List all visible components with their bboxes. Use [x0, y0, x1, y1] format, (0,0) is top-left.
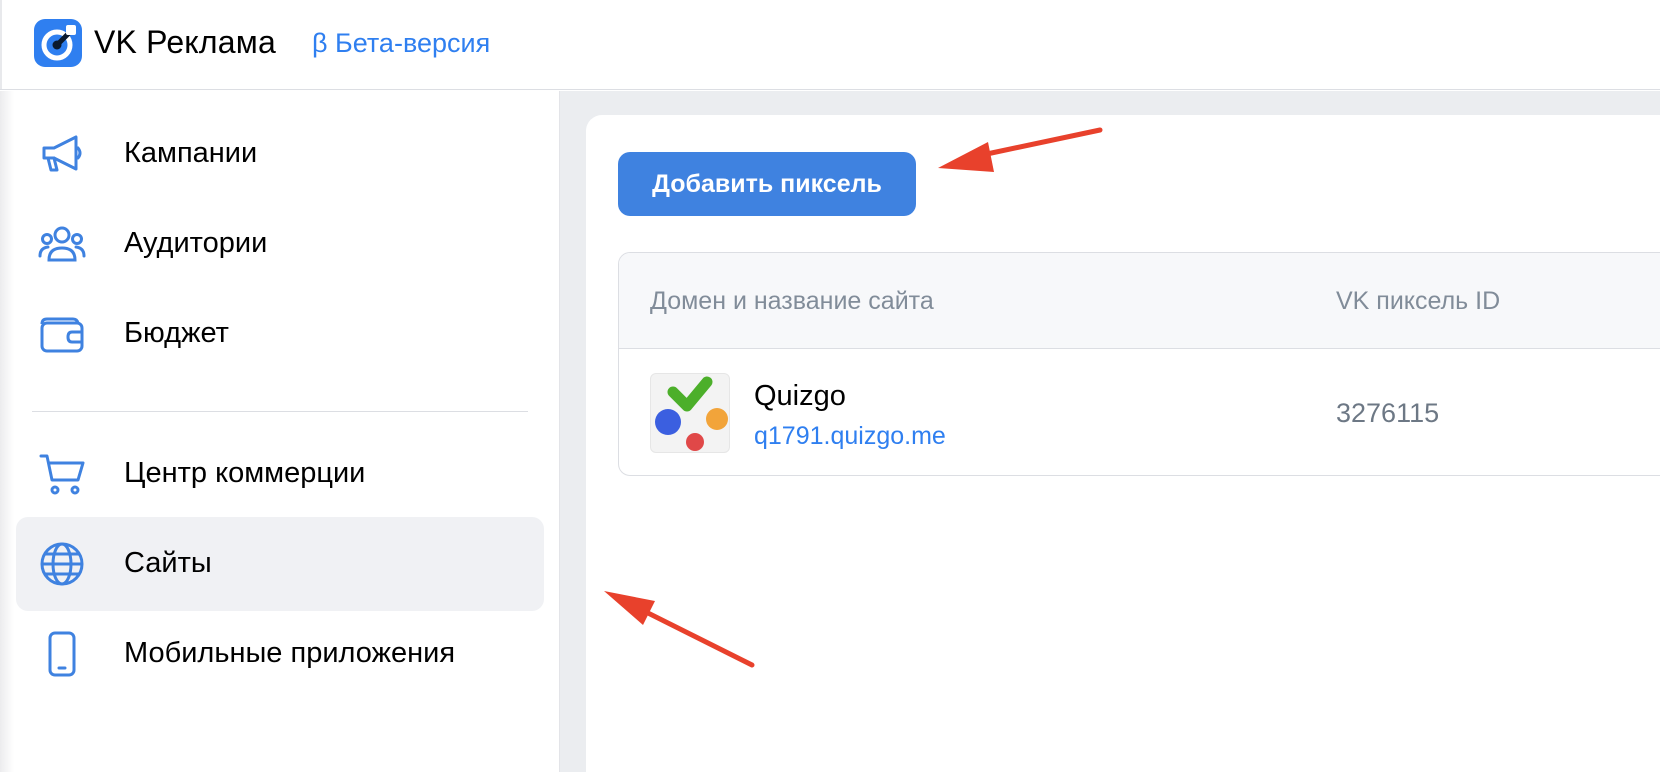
smartphone-icon: [38, 630, 86, 678]
globe-icon: [38, 540, 86, 588]
table-row[interactable]: Quizgo q1791.quizgo.me 3276115: [619, 350, 1660, 475]
sidebar-item-label: Кампании: [124, 137, 258, 169]
table-header: Домен и название сайта VK пиксель ID: [619, 253, 1660, 349]
pixel-id-value: 3276115: [1336, 398, 1440, 428]
pixels-table: Домен и название сайта VK пиксель ID Qui…: [618, 252, 1660, 476]
sidebar-item-campaigns[interactable]: Кампании: [16, 107, 544, 201]
sidebar-item-budget[interactable]: Бюджет: [16, 287, 544, 381]
brand-title[interactable]: VK Реклама: [94, 24, 276, 61]
sidebar-item-label: Центр коммерции: [124, 457, 366, 489]
shopping-cart-icon: [38, 450, 86, 498]
sidebar-item-label: Сайты: [124, 547, 212, 579]
vk-ads-logo-icon[interactable]: [34, 19, 82, 67]
megaphone-icon: [38, 130, 86, 178]
sidebar-item-audiences[interactable]: Аудитории: [16, 197, 544, 291]
sidebar: Кампании Аудитории Бюджет Центр коммерци…: [0, 91, 560, 772]
column-header-domain: Домен и название сайта: [650, 287, 934, 315]
quizgo-logo-icon: [650, 373, 730, 453]
beta-version-label[interactable]: β Бета-версия: [312, 28, 490, 59]
sidebar-item-sites[interactable]: Сайты: [16, 517, 544, 611]
column-header-pixel-id: VK пиксель ID: [1336, 287, 1501, 315]
sidebar-item-label: Аудитории: [124, 227, 268, 259]
sidebar-item-mobile-apps[interactable]: Мобильные приложения: [16, 607, 544, 701]
sidebar-divider: [32, 411, 528, 412]
site-domain-link[interactable]: q1791.quizgo.me: [754, 422, 946, 451]
users-group-icon: [38, 220, 86, 268]
site-name: Quizgo: [754, 380, 846, 412]
sidebar-item-label: Бюджет: [124, 317, 229, 349]
top-header: VK Реклама β Бета-версия: [0, 0, 1660, 90]
sidebar-item-commerce-center[interactable]: Центр коммерции: [16, 427, 544, 521]
sidebar-item-label: Мобильные приложения: [124, 637, 456, 669]
add-pixel-button[interactable]: Добавить пиксель: [618, 152, 916, 216]
wallet-icon: [38, 310, 86, 358]
